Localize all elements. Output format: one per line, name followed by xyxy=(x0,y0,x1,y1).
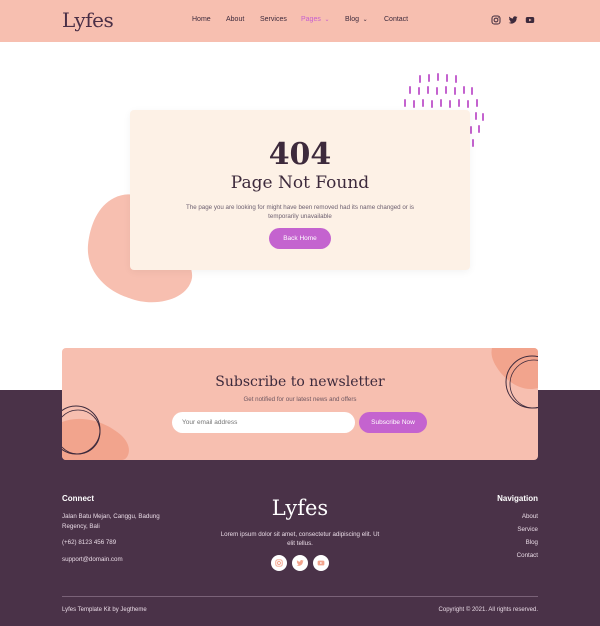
nav-about[interactable]: About xyxy=(226,16,244,23)
error-card: 404 Page Not Found The page you are look… xyxy=(130,110,470,270)
footer-email[interactable]: support@domain.com xyxy=(62,555,123,565)
twitter-icon[interactable] xyxy=(508,15,518,25)
chevron-down-icon: ⌄ xyxy=(322,17,330,23)
newsletter-title: Subscribe to newsletter xyxy=(215,374,385,390)
decorative-circle-left xyxy=(62,405,129,460)
footer-link-blog[interactable]: Blog xyxy=(526,539,538,546)
site-header: Lyfes Home About Services Pages ⌄ Blog ⌄… xyxy=(0,0,600,42)
twitter-icon xyxy=(296,560,304,566)
nav-home[interactable]: Home xyxy=(192,16,211,23)
email-input[interactable] xyxy=(172,412,355,433)
youtube-icon[interactable] xyxy=(525,15,535,25)
footer-phone[interactable]: (+62) 8123 456 789 xyxy=(62,538,116,548)
back-home-button[interactable]: Back Home xyxy=(269,228,331,249)
error-title: Page Not Found xyxy=(230,173,370,193)
site-logo[interactable]: Lyfes xyxy=(62,8,114,32)
instagram-icon[interactable] xyxy=(491,15,501,25)
footer-link-contact[interactable]: Contact xyxy=(517,552,538,559)
footer-credit: Lyfes Template Kit by Jegtheme xyxy=(62,607,147,613)
chevron-down-icon: ⌄ xyxy=(361,17,368,23)
nav-blog[interactable]: Blog ⌄ xyxy=(345,16,368,23)
instagram-icon xyxy=(275,559,283,567)
footer-copyright: Copyright © 2021. All rights reserved. xyxy=(438,607,538,613)
nav-services[interactable]: Services xyxy=(260,16,287,23)
newsletter-subtitle: Get notified for our latest news and off… xyxy=(243,396,357,403)
subscribe-button[interactable]: Subscribe Now xyxy=(359,412,427,433)
footer-instagram-button[interactable] xyxy=(271,555,287,571)
nav-pages[interactable]: Pages ⌄ xyxy=(301,16,330,23)
error-message: The page you are looking for might have … xyxy=(185,204,415,220)
nav-pages-label: Pages xyxy=(301,16,321,23)
footer-link-service[interactable]: Service xyxy=(517,526,538,533)
nav-contact[interactable]: Contact xyxy=(384,16,408,23)
footer-description: Lorem ipsum dolor sit amet, consectetur … xyxy=(220,531,380,547)
newsletter-box: Subscribe to newsletter Get notified for… xyxy=(62,348,538,460)
footer-divider xyxy=(62,596,538,597)
footer-twitter-button[interactable] xyxy=(292,555,308,571)
youtube-icon xyxy=(317,560,325,566)
navigation-heading: Navigation xyxy=(497,494,538,503)
nav-blog-label: Blog xyxy=(345,16,360,23)
footer-link-about[interactable]: About xyxy=(522,513,538,520)
error-code: 404 xyxy=(268,137,332,172)
footer-youtube-button[interactable] xyxy=(313,555,329,571)
